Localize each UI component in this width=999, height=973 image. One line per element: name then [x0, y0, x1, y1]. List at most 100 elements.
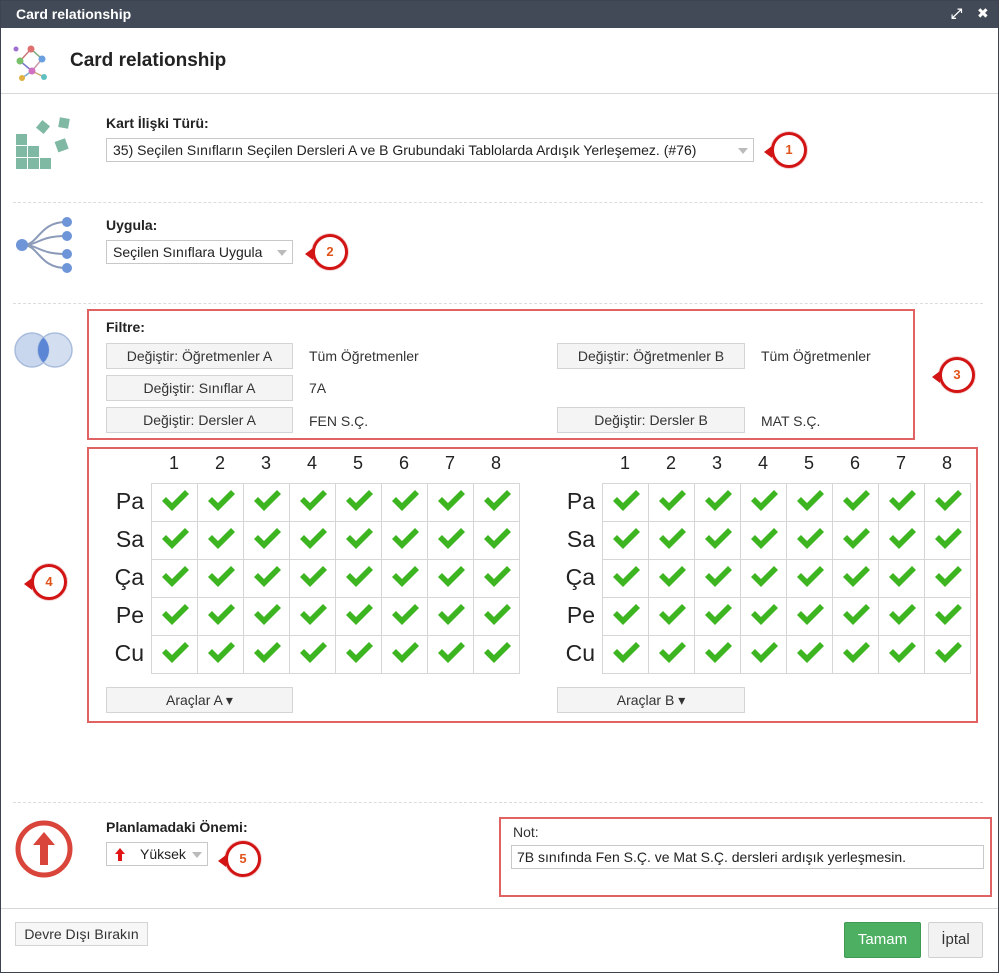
day-header[interactable]: Pe — [555, 602, 595, 629]
importance-select[interactable]: Yüksek — [106, 842, 208, 866]
timetable-cell[interactable] — [602, 521, 649, 560]
timetable-cell[interactable] — [694, 521, 741, 560]
timetable-cell[interactable] — [335, 483, 382, 522]
timetable-cell[interactable] — [427, 521, 474, 560]
relation-type-select[interactable]: 35) Seçilen Sınıfların Seçilen Dersleri … — [106, 138, 754, 162]
apply-select[interactable]: Seçilen Sınıflara Uygula — [106, 240, 293, 264]
timetable-cell[interactable] — [878, 521, 925, 560]
timetable-cell[interactable] — [289, 483, 336, 522]
timetable-cell[interactable] — [740, 597, 787, 636]
timetable-cell[interactable] — [151, 559, 198, 598]
timetable-cell[interactable] — [602, 483, 649, 522]
timetable-cell[interactable] — [924, 559, 971, 598]
day-header[interactable]: Pa — [104, 488, 144, 515]
timetable-cell[interactable] — [786, 483, 833, 522]
timetable-cell[interactable] — [740, 521, 787, 560]
period-header[interactable]: 2 — [197, 453, 243, 474]
timetable-cell[interactable] — [740, 559, 787, 598]
day-header[interactable]: Pe — [104, 602, 144, 629]
period-header[interactable]: 5 — [786, 453, 832, 474]
period-header[interactable]: 6 — [381, 453, 427, 474]
timetable-cell[interactable] — [602, 597, 649, 636]
timetable-cell[interactable] — [694, 559, 741, 598]
period-header[interactable]: 3 — [243, 453, 289, 474]
timetable-cell[interactable] — [648, 483, 695, 522]
timetable-cell[interactable] — [151, 597, 198, 636]
tools-a-button[interactable]: Araçlar A ▾ — [106, 687, 293, 713]
period-header[interactable]: 8 — [924, 453, 970, 474]
timetable-cell[interactable] — [151, 483, 198, 522]
timetable-cell[interactable] — [335, 597, 382, 636]
timetable-cell[interactable] — [151, 521, 198, 560]
timetable-cell[interactable] — [427, 597, 474, 636]
timetable-cell[interactable] — [427, 483, 474, 522]
period-header[interactable]: 7 — [427, 453, 473, 474]
timetable-cell[interactable] — [243, 635, 290, 674]
timetable-cell[interactable] — [924, 635, 971, 674]
timetable-cell[interactable] — [740, 635, 787, 674]
timetable-cell[interactable] — [878, 597, 925, 636]
timetable-cell[interactable] — [197, 521, 244, 560]
timetable-cell[interactable] — [197, 559, 244, 598]
timetable-cell[interactable] — [381, 635, 428, 674]
period-header[interactable]: 3 — [694, 453, 740, 474]
day-header[interactable]: Cu — [555, 640, 595, 667]
timetable-cell[interactable] — [832, 635, 879, 674]
timetable-cell[interactable] — [473, 597, 520, 636]
timetable-cell[interactable] — [648, 559, 695, 598]
period-header[interactable]: 1 — [602, 453, 648, 474]
period-header[interactable]: 1 — [151, 453, 197, 474]
period-header[interactable]: 6 — [832, 453, 878, 474]
period-header[interactable]: 4 — [740, 453, 786, 474]
timetable-cell[interactable] — [289, 635, 336, 674]
ok-button[interactable]: Tamam — [844, 922, 921, 958]
change-teachers-b-button[interactable]: Değiştir: Öğretmenler B — [557, 343, 745, 369]
timetable-cell[interactable] — [786, 597, 833, 636]
timetable-cell[interactable] — [243, 521, 290, 560]
timetable-cell[interactable] — [924, 483, 971, 522]
timetable-cell[interactable] — [381, 597, 428, 636]
timetable-cell[interactable] — [427, 635, 474, 674]
timetable-cell[interactable] — [335, 521, 382, 560]
timetable-cell[interactable] — [197, 635, 244, 674]
timetable-cell[interactable] — [878, 483, 925, 522]
timetable-cell[interactable] — [602, 559, 649, 598]
timetable-cell[interactable] — [694, 597, 741, 636]
change-subjects-b-button[interactable]: Değiştir: Dersler B — [557, 407, 745, 433]
close-icon[interactable]: ✖ — [977, 5, 989, 22]
timetable-cell[interactable] — [335, 635, 382, 674]
timetable-cell[interactable] — [694, 635, 741, 674]
timetable-cell[interactable] — [473, 635, 520, 674]
timetable-cell[interactable] — [740, 483, 787, 522]
day-header[interactable]: Sa — [104, 526, 144, 553]
timetable-cell[interactable] — [878, 635, 925, 674]
timetable-cell[interactable] — [832, 559, 879, 598]
expand-icon[interactable]: ⤢ — [951, 5, 962, 22]
cancel-button[interactable]: İptal — [928, 922, 983, 958]
disable-button[interactable]: Devre Dışı Bırakın — [15, 922, 148, 946]
period-header[interactable]: 7 — [878, 453, 924, 474]
timetable-cell[interactable] — [924, 521, 971, 560]
timetable-cell[interactable] — [694, 483, 741, 522]
timetable-cell[interactable] — [832, 483, 879, 522]
timetable-cell[interactable] — [602, 635, 649, 674]
change-classes-a-button[interactable]: Değiştir: Sınıflar A — [106, 375, 293, 401]
day-header[interactable]: Pa — [555, 488, 595, 515]
timetable-cell[interactable] — [381, 483, 428, 522]
period-header[interactable]: 4 — [289, 453, 335, 474]
day-header[interactable]: Ça — [555, 564, 595, 591]
timetable-cell[interactable] — [648, 597, 695, 636]
timetable-cell[interactable] — [878, 559, 925, 598]
timetable-cell[interactable] — [473, 483, 520, 522]
timetable-cell[interactable] — [924, 597, 971, 636]
timetable-cell[interactable] — [473, 521, 520, 560]
timetable-cell[interactable] — [427, 559, 474, 598]
period-header[interactable]: 8 — [473, 453, 519, 474]
day-header[interactable]: Sa — [555, 526, 595, 553]
timetable-cell[interactable] — [648, 635, 695, 674]
timetable-cell[interactable] — [243, 483, 290, 522]
timetable-cell[interactable] — [151, 635, 198, 674]
timetable-cell[interactable] — [381, 521, 428, 560]
timetable-cell[interactable] — [381, 559, 428, 598]
timetable-cell[interactable] — [786, 521, 833, 560]
